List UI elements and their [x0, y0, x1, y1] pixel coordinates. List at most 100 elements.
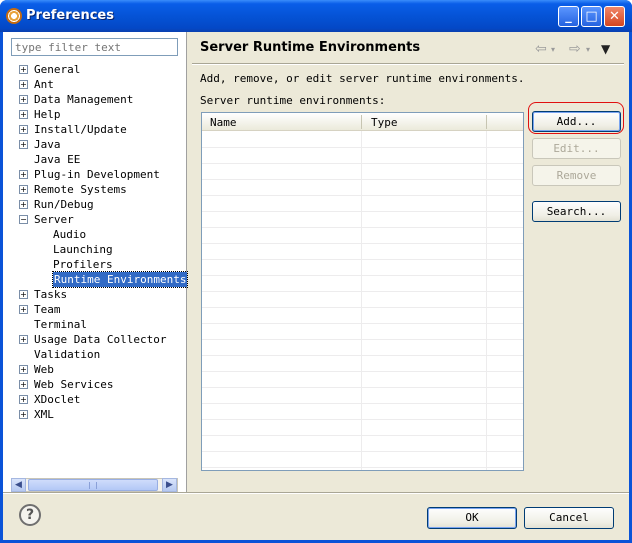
tree-item[interactable]: Profilers — [3, 257, 187, 272]
tree-item[interactable]: + Run/Debug — [3, 197, 187, 212]
expand-icon[interactable]: + — [19, 140, 28, 149]
expand-icon[interactable]: + — [19, 200, 28, 209]
table-column-line — [486, 131, 487, 470]
tree-item[interactable]: + Tasks — [3, 287, 187, 302]
expand-icon[interactable]: + — [19, 65, 28, 74]
tree-item[interactable]: Runtime Environments — [3, 271, 189, 288]
expand-icon[interactable]: + — [19, 80, 28, 89]
tree-item[interactable]: + Ant — [3, 77, 187, 92]
tree-item[interactable]: Launching — [3, 242, 187, 257]
column-header-type[interactable]: Type — [371, 116, 398, 129]
tree-item[interactable]: + Web — [3, 362, 187, 377]
forward-dropdown-icon[interactable]: ▾ — [586, 45, 590, 54]
expand-icon[interactable]: + — [19, 335, 28, 344]
tree-item-label[interactable]: Validation — [34, 347, 100, 362]
eclipse-app-icon — [6, 8, 22, 24]
tree-item[interactable]: + Team — [3, 302, 187, 317]
tree-item[interactable]: Audio — [3, 227, 187, 242]
tree-item-label[interactable]: Tasks — [34, 287, 67, 302]
tree-item[interactable]: + Java — [3, 137, 187, 152]
tree-item-label[interactable]: XDoclet — [34, 392, 80, 407]
back-dropdown-icon[interactable]: ▾ — [551, 45, 555, 54]
collapse-icon[interactable]: − — [19, 215, 28, 224]
tree-item-label[interactable]: XML — [34, 407, 54, 422]
expand-icon[interactable]: + — [19, 395, 28, 404]
forward-arrow-icon[interactable]: ⇨ — [569, 41, 581, 57]
tree-item[interactable]: + Plug-in Development — [3, 167, 187, 182]
tree-item-label[interactable]: Server — [34, 212, 74, 227]
help-icon[interactable]: ? — [19, 504, 41, 526]
table-grid-line — [202, 275, 523, 276]
search-button[interactable]: Search... — [532, 201, 621, 222]
runtime-environments-table[interactable]: Name Type — [201, 112, 524, 471]
expand-icon[interactable]: + — [19, 170, 28, 179]
tree-item-label[interactable]: Audio — [53, 227, 86, 242]
table-grid-line — [202, 243, 523, 244]
tree-item[interactable]: + Help — [3, 107, 187, 122]
title-bar[interactable]: Preferences _ □ ✕ — [0, 0, 632, 32]
tree-item[interactable]: + General — [3, 62, 187, 77]
expand-icon[interactable]: + — [19, 290, 28, 299]
preference-page: Server Runtime Environments ⇦ ▾ ⇨ ▾ ▼ Ad… — [188, 32, 629, 492]
tree-item-label[interactable]: Usage Data Collector — [34, 332, 166, 347]
tree-item-label[interactable]: Ant — [34, 77, 54, 92]
view-menu-icon[interactable]: ▼ — [601, 42, 610, 56]
tree-item-label[interactable]: Run/Debug — [34, 197, 94, 212]
tree-item-label[interactable]: Java — [34, 137, 61, 152]
tree-item[interactable]: + Data Management — [3, 92, 187, 107]
close-button[interactable]: ✕ — [604, 6, 625, 27]
tree-item[interactable]: + Remote Systems — [3, 182, 187, 197]
page-description: Add, remove, or edit server runtime envi… — [200, 72, 525, 85]
column-separator[interactable] — [361, 115, 362, 129]
expand-icon[interactable]: + — [19, 305, 28, 314]
add-button[interactable]: Add... — [532, 111, 621, 132]
tree-item[interactable]: + Web Services — [3, 377, 187, 392]
tree-item[interactable]: + XDoclet — [3, 392, 187, 407]
scroll-thumb[interactable] — [28, 479, 158, 491]
minimize-button[interactable]: _ — [558, 6, 579, 27]
expand-icon[interactable]: + — [19, 185, 28, 194]
back-arrow-icon[interactable]: ⇦ — [535, 41, 547, 57]
tree-item-label[interactable]: Launching — [53, 242, 113, 257]
scroll-left-icon[interactable]: ◀ — [11, 478, 26, 492]
tree-item[interactable]: Validation — [3, 347, 187, 362]
tree-item-label[interactable]: Help — [34, 107, 61, 122]
expand-icon[interactable]: + — [19, 125, 28, 134]
filter-input[interactable] — [11, 38, 178, 56]
expand-icon[interactable]: + — [19, 95, 28, 104]
tree-item-label[interactable]: Remote Systems — [34, 182, 127, 197]
tree-item-label[interactable]: Web Services — [34, 377, 113, 392]
cancel-button[interactable]: Cancel — [524, 507, 614, 529]
expand-icon[interactable]: + — [19, 110, 28, 119]
tree-item[interactable]: Java EE — [3, 152, 187, 167]
tree-item-label[interactable]: Plug-in Development — [34, 167, 160, 182]
tree-item[interactable]: + XML — [3, 407, 187, 422]
dialog-client-area: + General + Ant + Data Management + Help + Instal… — [3, 32, 629, 540]
tree-item-label[interactable]: Install/Update — [34, 122, 127, 137]
expand-icon[interactable]: + — [19, 380, 28, 389]
expand-icon[interactable]: + — [19, 410, 28, 419]
column-separator[interactable] — [486, 115, 487, 129]
tree-item-label[interactable]: Data Management — [34, 92, 133, 107]
remove-button[interactable]: Remove — [532, 165, 621, 186]
maximize-button[interactable]: □ — [581, 6, 602, 27]
tree-item[interactable]: − Server — [3, 212, 187, 227]
ok-button[interactable]: OK — [427, 507, 517, 529]
table-grid-line — [202, 323, 523, 324]
column-header-name[interactable]: Name — [210, 116, 237, 129]
tree-item-label[interactable]: Java EE — [34, 152, 80, 167]
tree-item[interactable]: Terminal — [3, 317, 187, 332]
table-grid-line — [202, 419, 523, 420]
tree-item-label[interactable]: Runtime Environments — [51, 271, 189, 288]
tree-item-label[interactable]: Web — [34, 362, 54, 377]
tree-horizontal-scrollbar[interactable]: ◀ ▶ — [11, 478, 178, 492]
expand-icon[interactable]: + — [19, 365, 28, 374]
tree-item-label[interactable]: Profilers — [53, 257, 113, 272]
scroll-right-icon[interactable]: ▶ — [162, 478, 177, 492]
tree-item-label[interactable]: Team — [34, 302, 61, 317]
edit-button[interactable]: Edit... — [532, 138, 621, 159]
tree-item-label[interactable]: General — [34, 62, 80, 77]
tree-item[interactable]: + Usage Data Collector — [3, 332, 187, 347]
tree-item-label[interactable]: Terminal — [34, 317, 87, 332]
tree-item[interactable]: + Install/Update — [3, 122, 187, 137]
